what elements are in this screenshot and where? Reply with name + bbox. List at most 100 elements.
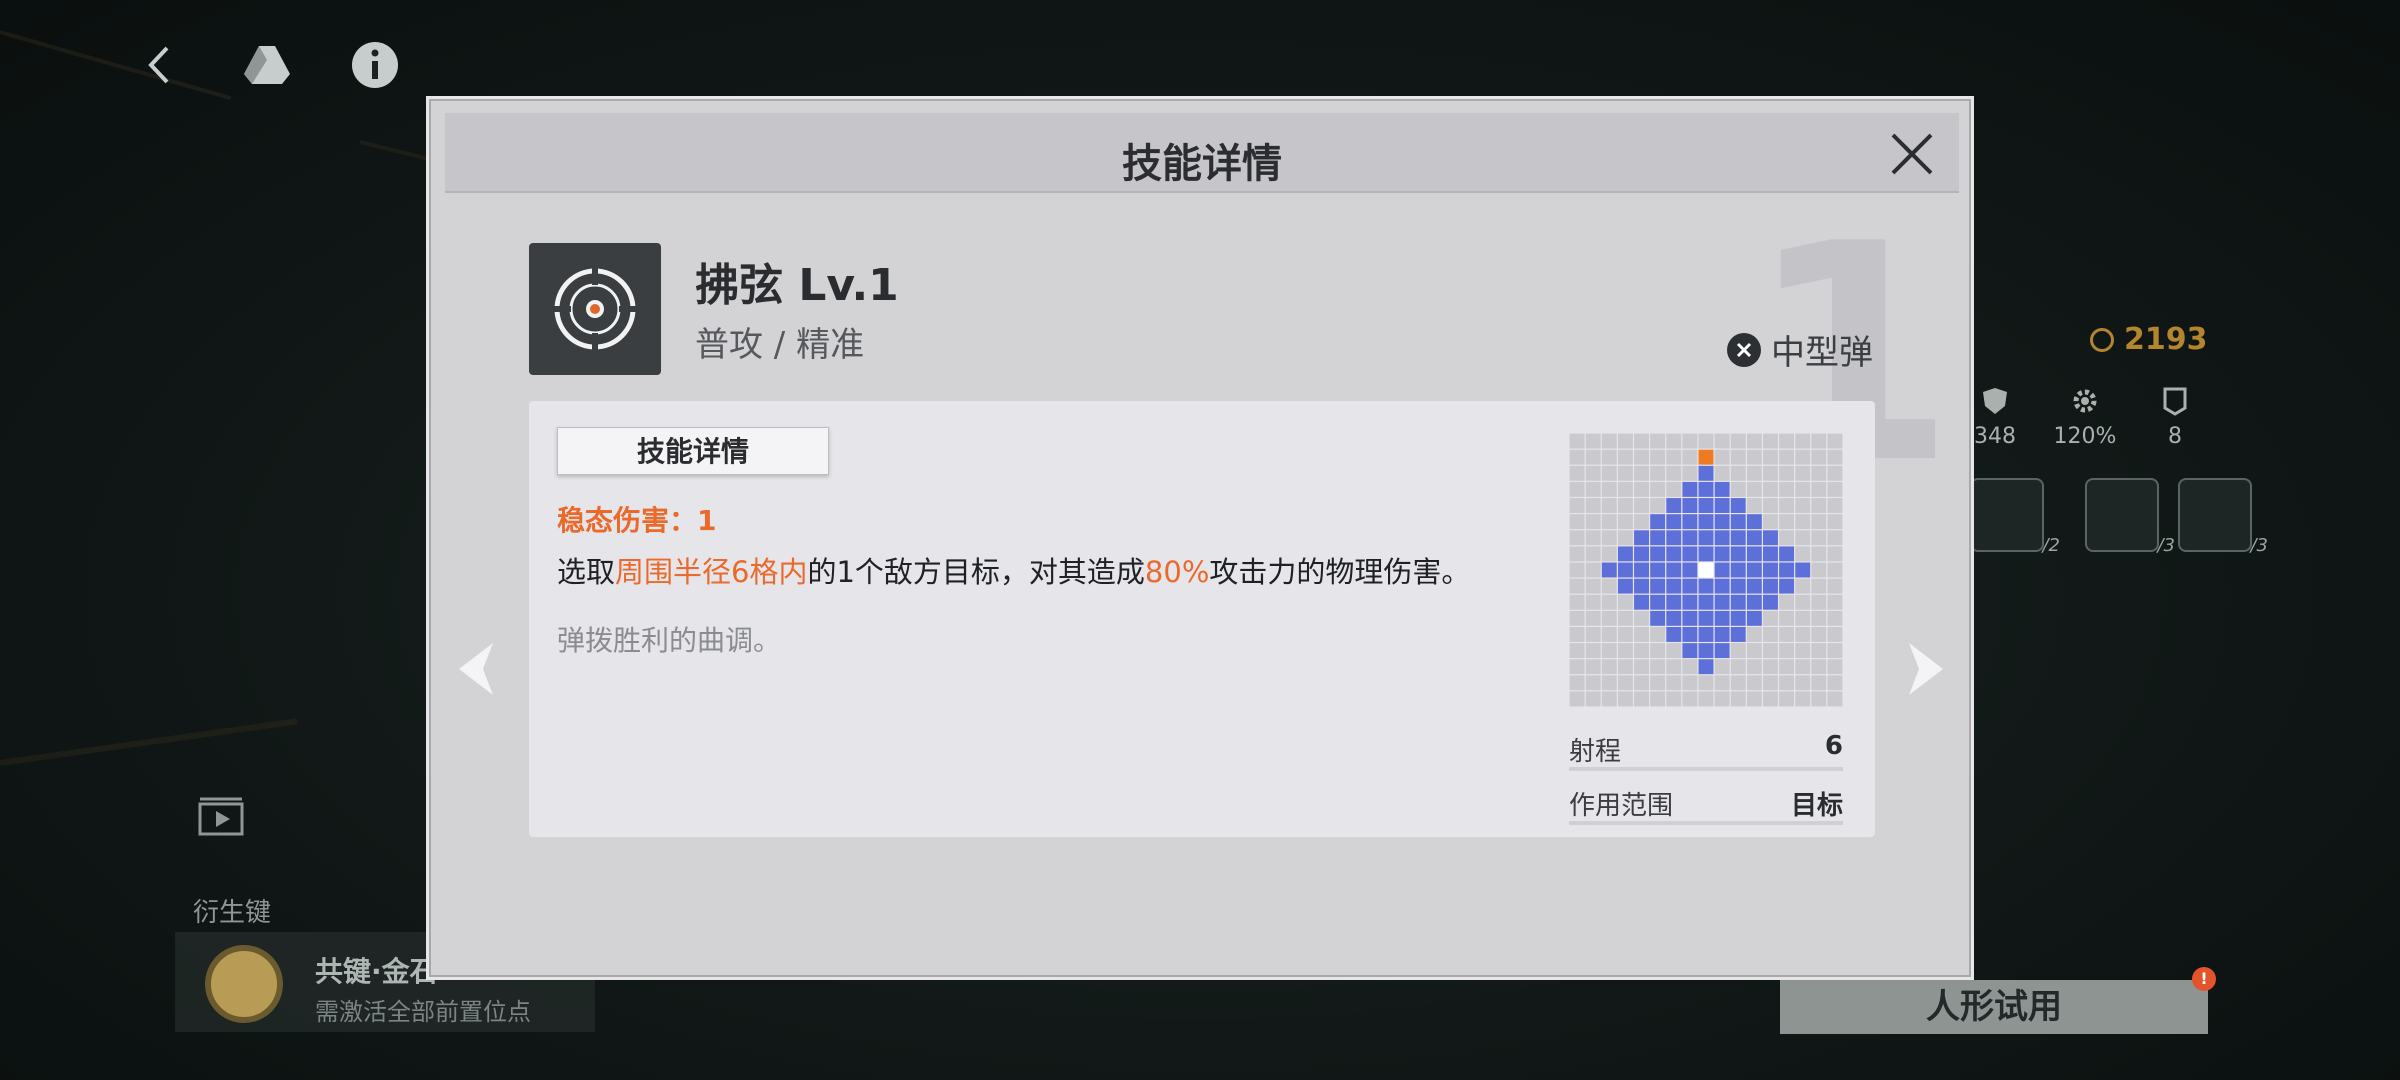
modal-title: 技能详情 [1122,141,1282,187]
grid-cell [1827,498,1843,513]
grid-cell [1827,675,1843,691]
grid-cell [1569,433,1585,449]
grid-cell-range [1746,562,1762,578]
grid-cell [1601,659,1617,675]
grid-cell [1746,643,1762,659]
grid-cell [1779,643,1795,659]
grid-cell [1698,433,1714,449]
close-icon[interactable] [1887,129,1937,179]
trial-button[interactable]: 人形试用 [1780,980,2208,1034]
grid-cell-range [1779,562,1795,578]
video-icon[interactable] [198,796,244,836]
grid-cell-range [1617,562,1633,578]
grid-cell [1795,659,1811,675]
grid-cell-range [1666,546,1682,562]
grid-cell-range [1763,546,1778,562]
grid-cell [1763,465,1778,481]
grid-cell [1763,675,1778,691]
grid-cell [1746,691,1762,707]
hud-stat-crit: 120% [2040,386,2130,449]
grid-cell [1650,643,1666,659]
grid-cell [1746,481,1762,497]
derive-title: 共键·金石 [315,955,438,988]
info-icon[interactable] [350,40,400,90]
grid-cell [1779,659,1795,675]
derive-label: 衍生键 [193,898,272,928]
skill-type: 普攻 / 精准 [695,325,865,365]
grid-cell-range [1634,594,1649,610]
grid-cell-range [1730,610,1746,626]
grid-cell [1666,675,1682,691]
grid-cell [1601,578,1617,594]
drive-icon[interactable] [242,40,292,90]
grid-cell-range [1666,610,1682,626]
grid-cell [1569,449,1585,465]
grid-cell [1585,433,1601,449]
grid-cell [1569,465,1585,481]
ammo-icon [1727,332,1761,367]
grid-cell [1601,530,1617,546]
grid-cell [1811,578,1827,594]
grid-cell [1779,433,1795,449]
grid-cell [1730,691,1746,707]
grid-cell [1634,514,1649,530]
grid-cell-range [1698,530,1714,546]
grid-cell [1827,449,1843,465]
grid-cell-range [1634,530,1649,546]
grid-cell-range [1763,562,1778,578]
grid-cell [1714,659,1730,675]
grid-cell [1827,562,1843,578]
grid-cell [1682,659,1698,675]
grid-cell [1682,449,1698,465]
grid-cell [1650,433,1666,449]
grid-cell [1811,691,1827,707]
prev-arrow-icon[interactable] [453,639,499,699]
notification-badge: ! [2192,967,2216,991]
back-icon[interactable] [135,40,185,90]
grid-cell [1585,449,1601,465]
grid-cell-range [1666,578,1682,594]
grid-cell-range [1763,578,1778,594]
flavor-text: 弹拨胜利的曲调。 [557,624,782,657]
skill-slot-2[interactable]: /3 [2085,478,2175,556]
grid-cell [1601,675,1617,691]
grid-cell [1601,627,1617,642]
grid-cell [1714,465,1730,481]
grid-cell [1746,675,1762,691]
grid-cell [1779,627,1795,642]
derive-badge-icon [205,945,283,1023]
grid-cell-range [1682,562,1698,578]
grid-cell-range [1666,594,1682,610]
skill-slot-1[interactable]: /2 [1970,478,2060,556]
crosshair-icon [553,267,637,351]
grid-cell-range [1746,610,1762,626]
grid-cell-range [1666,514,1682,530]
grid-cell [1585,498,1601,513]
stat-range: 射程 6 [1569,731,1843,771]
grid-cell [1795,643,1811,659]
grid-cell [1585,465,1601,481]
grid-cell [1795,433,1811,449]
grid-cell [1746,433,1762,449]
tab-skill-detail[interactable]: 技能详情 [557,427,829,475]
grid-cell-range [1746,514,1762,530]
grid-cell [1569,594,1585,610]
grid-cell [1779,530,1795,546]
grid-cell [1601,610,1617,626]
grid-cell [1795,594,1811,610]
grid-cell [1811,514,1827,530]
skill-name: 拂弦 Lv.1 [695,260,899,311]
grid-cell [1795,514,1811,530]
grid-cell [1569,578,1585,594]
next-arrow-icon[interactable] [1903,639,1949,699]
grid-cell [1779,691,1795,707]
grid-cell [1650,465,1666,481]
grid-cell [1779,675,1795,691]
grid-cell [1827,594,1843,610]
grid-cell [1827,514,1843,530]
grid-cell [1634,449,1649,465]
grid-cell [1811,481,1827,497]
grid-cell-range [1698,643,1714,659]
skill-slot-3[interactable]: /3 [2178,478,2268,556]
grid-cell-range [1779,546,1795,562]
